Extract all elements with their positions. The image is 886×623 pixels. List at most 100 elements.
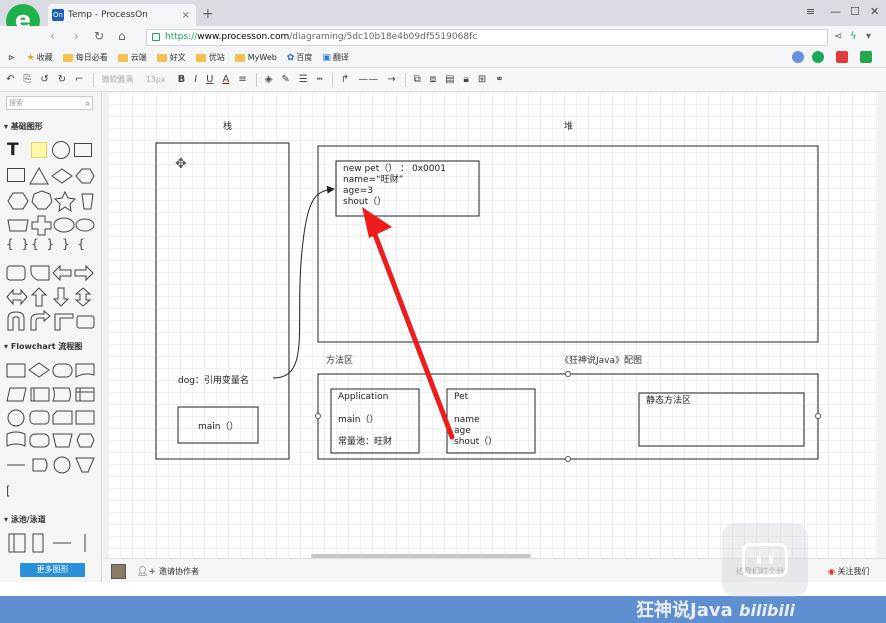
shape-search-input[interactable]: 搜索 ⌕ — [6, 96, 93, 110]
share-icon[interactable]: ⋖ — [834, 31, 842, 42]
menu-icon[interactable]: ≡ — [806, 5, 815, 18]
shape-row-icons[interactable] — [5, 310, 97, 332]
lock-shape-icon[interactable]: 🔒︎ — [464, 74, 469, 85]
diagram-svg[interactable]: 栈 堆 ✥ dog：引用变量名 main（） new pet（） ： 0x000… — [108, 92, 878, 558]
font-family-select[interactable]: 微软雅黑 — [102, 74, 134, 85]
watermark-brand: bilibili — [739, 601, 795, 620]
group-icon[interactable]: ⊞ — [478, 74, 486, 85]
url-input[interactable]: https://www.processon.com/diagraming/5dc… — [146, 29, 828, 46]
video-watermark: 狂神说Java bilibili — [636, 596, 795, 622]
bookmark-item[interactable]: 云端 — [117, 52, 147, 63]
bookmark-label: 百度 — [296, 53, 313, 62]
swimlane-shapes[interactable] — [5, 532, 97, 554]
extension-icon[interactable] — [792, 51, 804, 63]
annotation-arrow-head — [362, 207, 392, 238]
link-icon[interactable]: ⚭ — [495, 74, 503, 85]
bookmark-item[interactable]: MyWeb — [234, 53, 277, 62]
bookmark-label: 优站 — [208, 53, 225, 62]
shape-row-icons[interactable] — [5, 190, 97, 212]
rectangle-shape-icon[interactable] — [74, 143, 92, 157]
resize-handle[interactable] — [565, 371, 571, 377]
resize-handle[interactable] — [315, 413, 321, 419]
line-style-icon[interactable]: ┅ — [317, 74, 323, 85]
minimize-icon[interactable]: — — [830, 5, 841, 18]
italic-button[interactable]: I — [194, 74, 197, 85]
redo-icon[interactable]: ↻ — [58, 74, 66, 85]
line-color-icon[interactable]: ✎ — [281, 74, 289, 85]
font-size-select[interactable]: 13px — [146, 75, 166, 84]
bookmark-item[interactable]: ★ 收藏 — [27, 52, 53, 63]
avatar[interactable] — [111, 564, 126, 579]
underline-button[interactable]: U — [206, 74, 213, 85]
diagram-paper[interactable]: 栈 堆 ✥ dog：引用变量名 main（） new pet（） ： 0x000… — [108, 92, 878, 558]
folder-icon — [195, 53, 206, 62]
canvas-area[interactable]: 栈 堆 ✥ dog：引用变量名 main（） new pet（） ： 0x000… — [103, 92, 886, 558]
resize-handle[interactable] — [565, 456, 571, 462]
maximize-icon[interactable]: ☐ — [850, 5, 860, 18]
font-color-button[interactable]: A — [222, 74, 229, 85]
tab-processon[interactable]: On Temp - ProcessOn × — [48, 4, 196, 26]
section-swimlane[interactable]: ▾ 泳池/泳道 — [4, 514, 46, 525]
note-shape-icon[interactable] — [31, 142, 47, 158]
stack-main-label: main（） — [198, 421, 239, 432]
text-shape-icon[interactable]: T — [7, 140, 19, 160]
extension-icon[interactable] — [836, 51, 848, 63]
home-icon[interactable]: ⌂ — [118, 29, 126, 43]
line-width-icon[interactable]: ☰ — [299, 74, 308, 85]
circle-shape-icon[interactable] — [52, 141, 70, 159]
extension-icon[interactable] — [812, 51, 824, 63]
lightning-icon[interactable]: ϟ — [850, 31, 857, 42]
shape-row-icons[interactable] — [28, 166, 96, 186]
bookmark-item[interactable]: ▣ 翻译 — [322, 52, 349, 63]
undo-icon[interactable]: ↺ — [40, 74, 48, 85]
align-icon[interactable]: ≡ — [238, 74, 246, 85]
bookmark-item[interactable]: 优站 — [195, 52, 225, 63]
shape-row-icons[interactable] — [5, 262, 97, 284]
bold-button[interactable]: B — [178, 74, 186, 85]
bookmark-item[interactable]: 每日必看 — [62, 52, 108, 63]
bookmark-item[interactable]: ✿ 百度 — [287, 52, 313, 63]
connector-icon[interactable]: ↱ — [341, 74, 349, 85]
shape-row-icons[interactable] — [5, 214, 97, 236]
brace-shapes-icon[interactable]: { }{ } } { — [6, 237, 87, 251]
search-icon[interactable]: ⌕ — [86, 98, 90, 110]
dropdown-icon[interactable]: ▾ — [866, 31, 871, 42]
fill-color-icon[interactable]: ◈ — [265, 74, 273, 85]
stack-variable-dog[interactable]: dog：引用变量名 — [178, 374, 249, 386]
application-title: Application — [338, 392, 388, 402]
bookmark-item[interactable]: 好文 — [156, 52, 186, 63]
close-window-icon[interactable]: ✕ — [870, 5, 879, 18]
line-start-icon[interactable]: —— — [358, 74, 378, 85]
bookmark-label: MyWeb — [247, 53, 277, 62]
back-icon[interactable]: ‹ — [50, 29, 55, 43]
resize-handle[interactable] — [815, 413, 821, 419]
invite-collaborator-button[interactable]: 👤︎+ 邀请协作者 — [137, 566, 199, 577]
flowchart-shapes[interactable] — [5, 360, 97, 480]
shape-row-icons[interactable] — [5, 286, 97, 308]
sidebar-toggle-icon[interactable]: ⊳ — [8, 53, 15, 62]
annotation-arrow-shaft — [371, 229, 455, 440]
section-flowchart[interactable]: ▾ Flowchart 流程图 — [4, 341, 82, 352]
more-shapes-button[interactable]: 更多图形 — [20, 563, 85, 577]
pet-field: name — [454, 415, 480, 425]
line-end-icon[interactable]: → — [387, 74, 395, 85]
forward-icon[interactable]: › — [74, 29, 79, 43]
format-painter-icon[interactable]: ⎘ — [23, 74, 31, 85]
rectangle-shape-icon[interactable] — [7, 168, 25, 182]
bring-front-icon[interactable]: ⧉ — [414, 74, 421, 85]
follow-us-link[interactable]: ◉ 关注我们 — [828, 566, 870, 577]
arrange-icon[interactable]: ▤ — [445, 74, 454, 85]
extension-icon[interactable] — [860, 51, 872, 63]
paint-format-icon[interactable]: ⌐ — [75, 74, 83, 85]
send-back-icon[interactable]: ⧈ — [430, 74, 436, 85]
undo-icon[interactable]: ↶ — [6, 74, 14, 85]
reload-icon[interactable]: ↻ — [94, 29, 104, 43]
close-tab-icon[interactable]: × — [182, 10, 190, 21]
bracket-shape-icon[interactable]: [ — [6, 484, 11, 498]
reference-arrow[interactable] — [272, 185, 335, 379]
stack-frame[interactable] — [155, 142, 290, 460]
section-basic-shapes[interactable]: ▾ 基础图形 — [4, 121, 43, 132]
section-title: Flowchart 流程图 — [10, 342, 83, 351]
new-tab-icon[interactable]: + — [202, 6, 214, 22]
tab-bar: On Temp - ProcessOn × + ≡ — ☐ ✕ — [0, 0, 886, 26]
